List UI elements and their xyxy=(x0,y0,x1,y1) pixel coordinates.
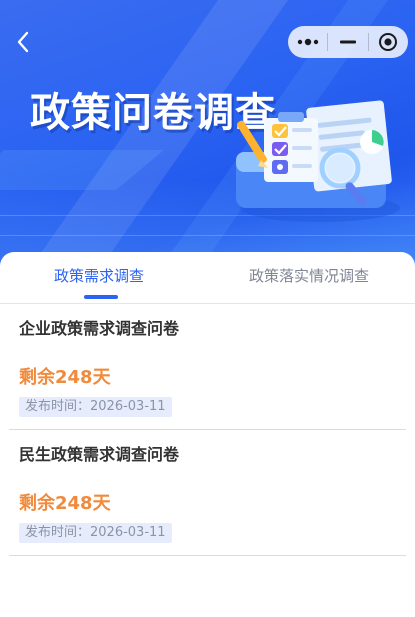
tab-policy-implementation[interactable]: 政策落实情况调查 xyxy=(249,266,369,286)
close-button[interactable] xyxy=(369,26,408,58)
minimize-button[interactable] xyxy=(328,26,367,58)
target-close-icon xyxy=(379,33,398,51)
more-dots-icon xyxy=(297,38,318,46)
remaining-days: 剩余248天 xyxy=(19,493,111,514)
banner-grid-line xyxy=(0,235,415,236)
survey-title: 民生政策需求调查问卷 xyxy=(19,445,180,464)
remaining-days: 剩余248天 xyxy=(19,367,111,388)
tab-bar: 政策需求调查 政策落实情况调查 xyxy=(0,252,415,304)
survey-title: 企业政策需求调查问卷 xyxy=(19,319,180,338)
chevron-left-icon xyxy=(17,31,29,53)
tab-policy-demand[interactable]: 政策需求调查 xyxy=(54,266,144,286)
mini-program-capsule xyxy=(288,26,408,58)
survey-panel: 政策需求调查 政策落实情况调查 企业政策需求调查问卷 剩余248天 发布时间：2… xyxy=(0,252,415,617)
minimize-icon xyxy=(340,40,356,44)
more-button[interactable] xyxy=(288,26,327,58)
publish-date-badge: 发布时间：2026-03-11 xyxy=(19,523,172,543)
survey-clipboard-magnifier-illustration xyxy=(236,100,400,222)
survey-list-item[interactable]: 民生政策需求调查问卷 剩余248天 发布时间：2026-03-11 xyxy=(9,430,406,556)
survey-list: 企业政策需求调查问卷 剩余248天 发布时间：2026-03-11 民生政策需求… xyxy=(9,304,406,556)
back-button[interactable] xyxy=(10,28,36,56)
survey-list-item[interactable]: 企业政策需求调查问卷 剩余248天 发布时间：2026-03-11 xyxy=(9,304,406,430)
publish-date-badge: 发布时间：2026-03-11 xyxy=(19,397,172,417)
active-tab-indicator xyxy=(84,295,118,299)
